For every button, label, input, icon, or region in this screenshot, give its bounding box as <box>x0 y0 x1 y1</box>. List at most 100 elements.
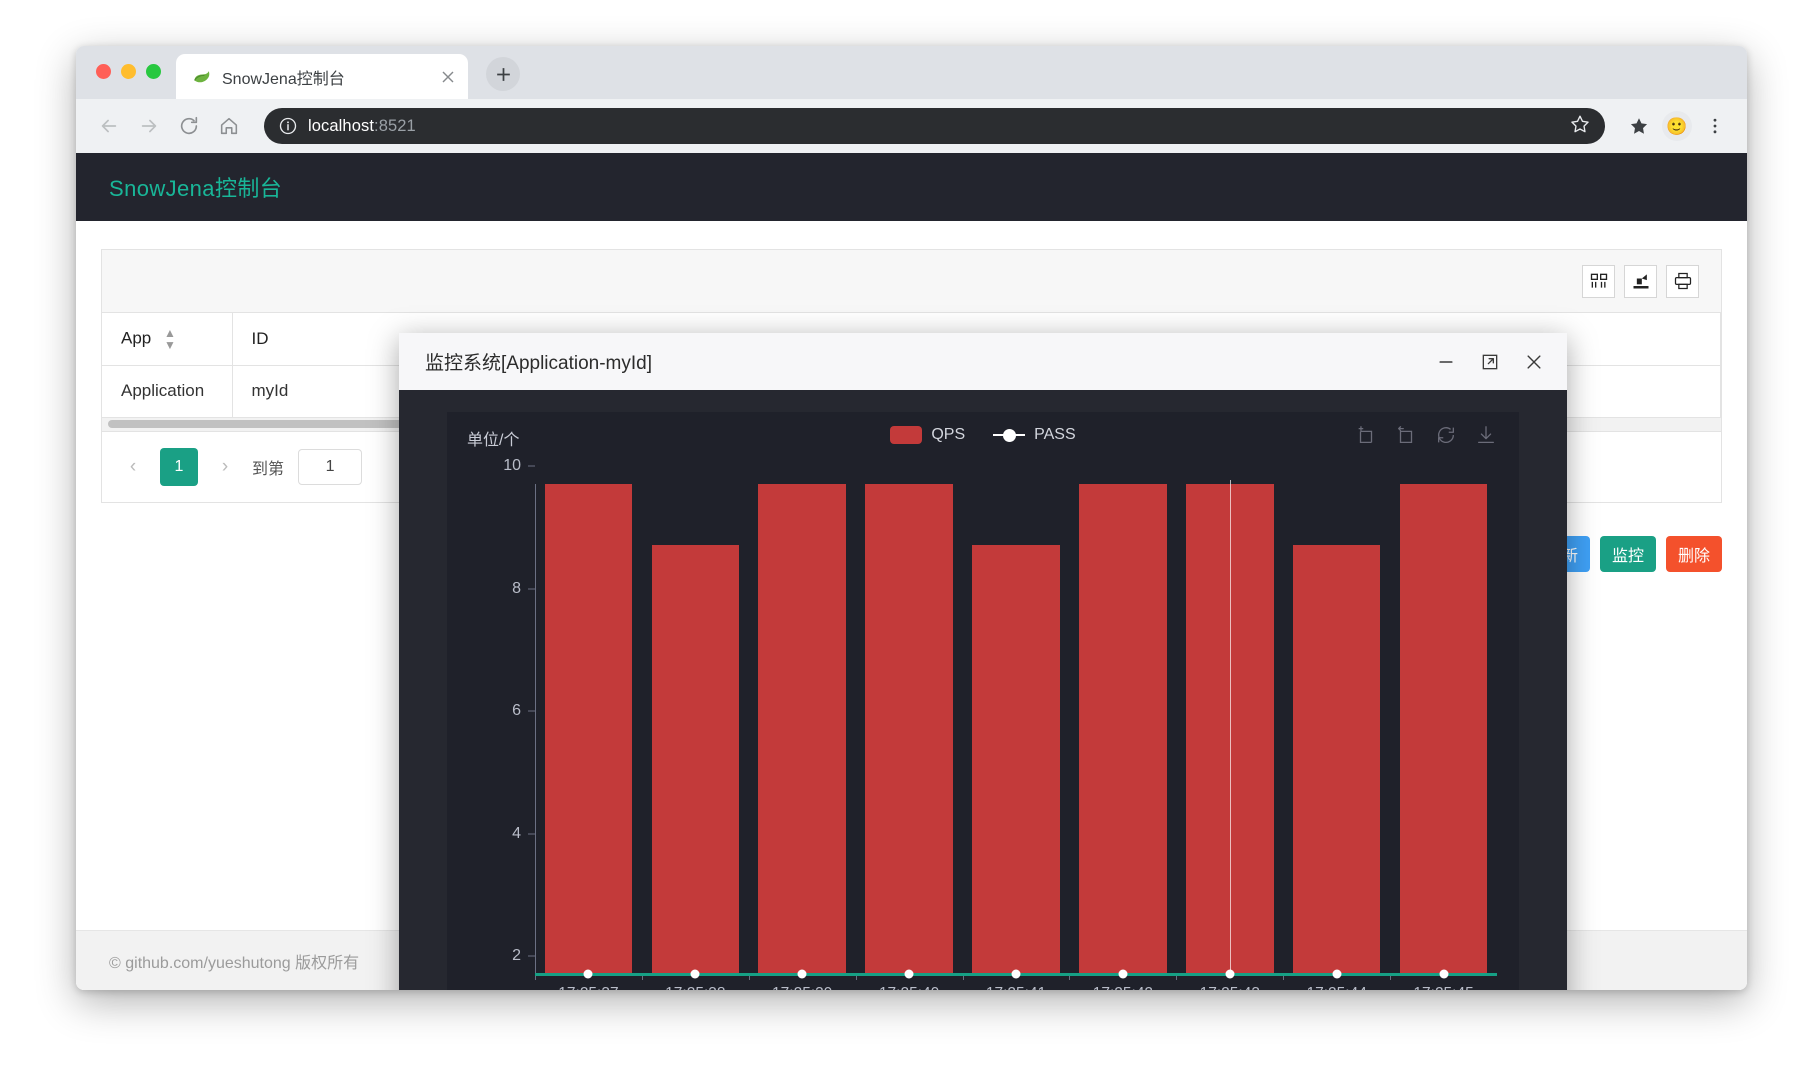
browser-menu-button[interactable] <box>1699 110 1731 142</box>
profile-avatar-icon: 🙂 <box>1662 111 1692 141</box>
window-traffic-lights <box>96 64 161 79</box>
bookmark-page-button[interactable] <box>1569 113 1591 140</box>
zoom-box-glyph <box>1358 426 1373 443</box>
y-axis-tick: 4 <box>512 825 535 843</box>
app-brand-title: SnowJena控制台 <box>109 176 283 201</box>
columns-glyph <box>1590 273 1607 288</box>
table-toolbar <box>102 250 1721 313</box>
pass-point-cell <box>963 484 1070 979</box>
pass-point-cell <box>1069 484 1176 979</box>
export-icon[interactable] <box>1624 264 1657 298</box>
sort-arrows-icon[interactable]: ▲ ▼ <box>164 327 176 351</box>
monitor-button[interactable]: 监控 <box>1599 536 1656 572</box>
restore-icon[interactable] <box>1435 424 1457 446</box>
profile-button[interactable]: 🙂 <box>1661 110 1693 142</box>
zoom-reset-icon[interactable] <box>1395 424 1417 446</box>
browser-tab-title: SnowJena控制台 <box>222 70 345 88</box>
modal-window-controls <box>1435 351 1545 373</box>
pass-point-cell <box>1283 484 1390 979</box>
minimize-window-button[interactable] <box>121 64 136 79</box>
y-axis-tick: 2 <box>512 947 535 965</box>
browser-tab[interactable]: SnowJena控制台 <box>176 54 468 99</box>
legend-label-qps: QPS <box>931 426 966 443</box>
home-button[interactable] <box>212 109 246 143</box>
browser-tabstrip: SnowJena控制台 <box>76 46 1747 99</box>
x-axis-tick-label: 17:25:44 <box>1307 985 1367 990</box>
pass-data-point[interactable] <box>690 969 700 979</box>
close-icon[interactable] <box>438 67 458 87</box>
zoom-box-icon[interactable] <box>1355 424 1377 446</box>
pass-point-cell <box>535 484 642 979</box>
goto-page-input[interactable] <box>298 448 363 485</box>
pass-data-point[interactable] <box>904 969 914 979</box>
plus-icon <box>496 67 510 81</box>
pass-point-cell <box>642 484 749 979</box>
maximize-glyph <box>1482 354 1498 369</box>
chevron-right-icon[interactable]: › <box>212 456 238 478</box>
cell-app: Application <box>102 365 233 418</box>
table-header-app[interactable]: App ▲ ▼ <box>102 313 233 366</box>
minimize-glyph <box>1439 360 1453 363</box>
legend-swatch-qps <box>890 426 923 444</box>
y-axis-tick: 6 <box>512 702 535 720</box>
chevron-left-icon[interactable]: ‹ <box>120 456 146 478</box>
pass-data-point[interactable] <box>1011 969 1021 979</box>
y-axis-tick: 10 <box>503 457 535 475</box>
maximize-icon[interactable] <box>1479 351 1501 373</box>
download-glyph <box>1478 426 1494 443</box>
maximize-window-button[interactable] <box>146 64 161 79</box>
x-axis-tick-label: 17:25:39 <box>772 985 832 990</box>
browser-window: SnowJena控制台 localhost:8521 🙂 SnowJena控制台… <box>76 46 1747 990</box>
reload-button[interactable] <box>172 109 206 143</box>
pass-data-point[interactable] <box>1332 969 1342 979</box>
new-tab-button[interactable] <box>486 57 520 91</box>
columns-icon[interactable] <box>1582 264 1615 298</box>
export-glyph <box>1633 274 1648 289</box>
goto-page-label: 到第 <box>252 460 285 478</box>
restore-glyph <box>1438 427 1454 443</box>
bookmarks-button[interactable] <box>1623 110 1655 142</box>
address-bar-url: localhost:8521 <box>308 117 416 136</box>
page-number-1[interactable]: 1 <box>160 447 198 486</box>
pass-data-point[interactable] <box>1118 969 1128 979</box>
legend-dot-pass <box>1002 428 1016 442</box>
legend-item-pass[interactable]: PASS <box>993 426 1076 444</box>
delete-button[interactable]: 删除 <box>1665 536 1722 572</box>
print-icon[interactable] <box>1666 264 1699 298</box>
pass-point-cell <box>856 484 963 979</box>
close-window-button[interactable] <box>96 64 111 79</box>
chart-toolbox <box>1355 424 1497 446</box>
chart-plot-area: 2 4 6 8 10 17:25:37 17:25:38 17:25:39 17:25:40 1… <box>503 457 1497 990</box>
close-icon[interactable] <box>1523 351 1545 373</box>
legend-label-pass: PASS <box>1034 426 1076 443</box>
x-axis-tick-label: 17:25:38 <box>665 985 725 990</box>
modal-body: 单位/个 QPS PASS 2 4 6 8 10 <box>399 390 1567 990</box>
pass-point-cell <box>749 484 856 979</box>
arrow-left-icon <box>101 119 117 133</box>
address-host: localhost <box>308 116 375 135</box>
info-circle-icon <box>279 117 297 135</box>
app-header: SnowJena控制台 <box>76 153 1747 221</box>
table-header-id-label: ID <box>251 328 269 348</box>
axis-pointer-line <box>1229 480 1232 974</box>
table-header-app-label: App <box>121 328 152 348</box>
x-axis-tick-label: 17:25:40 <box>879 985 939 990</box>
back-button[interactable] <box>92 109 126 143</box>
download-icon[interactable] <box>1475 424 1497 446</box>
qps-chart: 单位/个 QPS PASS 2 4 6 8 10 <box>447 412 1519 990</box>
legend-item-qps[interactable]: QPS <box>890 426 965 444</box>
modal-title: 监控系统[Application-myId] <box>425 353 653 374</box>
pass-data-point[interactable] <box>583 969 593 979</box>
pass-data-point[interactable] <box>1439 969 1449 979</box>
reload-icon <box>180 116 198 135</box>
minimize-icon[interactable] <box>1435 351 1457 373</box>
star-outline-icon <box>1571 115 1589 132</box>
monitor-modal: 监控系统[Application-myId] 单位/个 QPS PASS 2 4… <box>399 333 1567 990</box>
y-axis-tick: 8 <box>512 580 535 598</box>
pass-data-point[interactable] <box>797 969 807 979</box>
web-page: SnowJena控制台 App ▲ ▼ ID Application myId … <box>76 153 1747 990</box>
address-bar[interactable]: localhost:8521 <box>264 108 1605 144</box>
arrow-right-icon <box>141 119 157 133</box>
forward-button[interactable] <box>132 109 166 143</box>
footer-copyright: © github.com/yueshutong 版权所有 <box>109 954 360 972</box>
